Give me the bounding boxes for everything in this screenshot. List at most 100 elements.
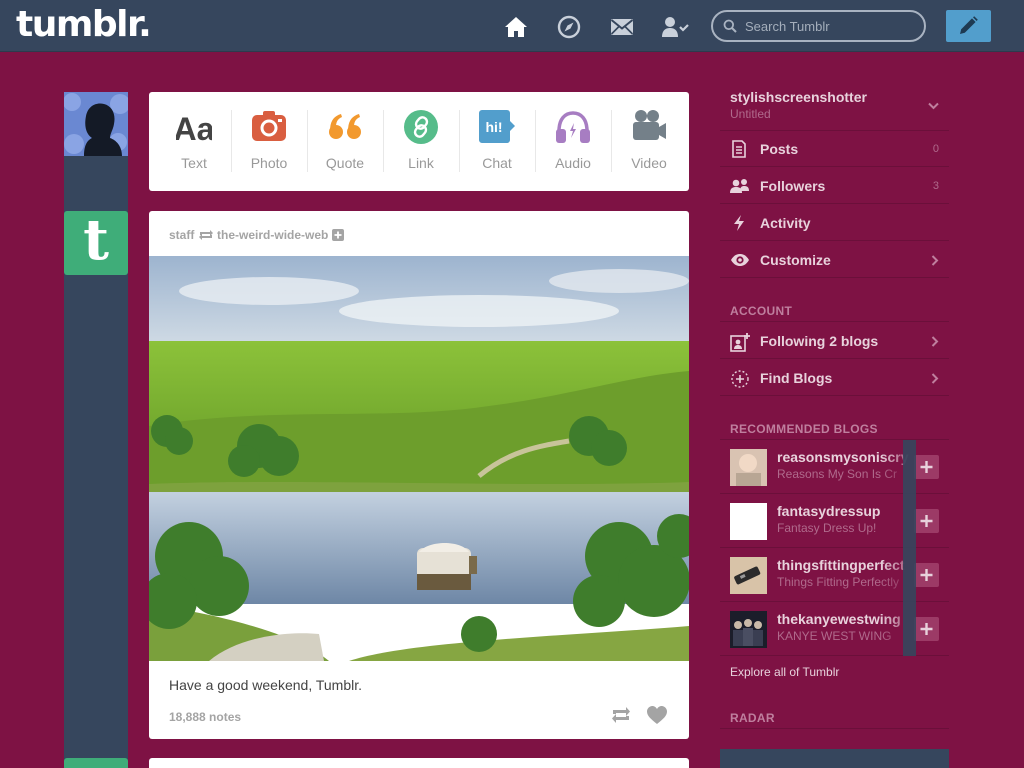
posts-icon: [732, 140, 746, 158]
post-photo[interactable]: [149, 256, 689, 661]
sidebar-item-followers[interactable]: Followers 3: [720, 168, 949, 204]
explore-compass-icon[interactable]: [556, 14, 582, 40]
recommended-blog-name: fantasydressup: [777, 503, 881, 519]
text-icon: Aa: [176, 111, 212, 145]
next-post-avatar[interactable]: [64, 758, 128, 768]
reblog-icon[interactable]: [610, 705, 632, 725]
svg-text:hi!: hi!: [485, 119, 502, 135]
chevron-down-icon: [928, 102, 939, 110]
headphones-icon: [556, 111, 590, 143]
blog-avatar: [730, 611, 767, 648]
plus-icon: [920, 515, 933, 527]
blog-switcher[interactable]: stylishscreenshotter Untitled: [720, 81, 949, 131]
chat-icon: hi!: [479, 110, 515, 143]
like-heart-icon[interactable]: [646, 705, 668, 725]
next-post: [149, 758, 689, 768]
sidebar-item-find-blogs[interactable]: Find Blogs: [720, 360, 949, 396]
section-heading-label: ACCOUNT: [730, 304, 793, 318]
recommended-blogs-heading: RECOMMENDED BLOGS: [720, 414, 949, 440]
blog-avatar: [730, 503, 767, 540]
account-menu-icon[interactable]: [661, 14, 689, 40]
new-photo-post-button[interactable]: Photo: [231, 92, 307, 191]
svg-text:Aa: Aa: [176, 111, 212, 145]
sidebar-item-label: Followers: [760, 178, 826, 194]
compose-post-button[interactable]: [946, 10, 991, 42]
search-input[interactable]: [745, 17, 915, 35]
radar-post-preview[interactable]: [720, 749, 949, 768]
account-heading: ACCOUNT: [720, 296, 949, 322]
lightning-icon: [734, 215, 744, 231]
new-audio-post-button[interactable]: Audio: [535, 92, 611, 191]
reblog-small-icon: [198, 229, 213, 240]
camera-icon: [252, 111, 286, 141]
post-type-label: Chat: [482, 155, 512, 171]
new-post-type-bar: Aa Text Photo Quote Link hi! Chat Audio …: [149, 92, 689, 191]
follow-blog-button[interactable]: [914, 509, 939, 533]
section-heading-label: RECOMMENDED BLOGS: [730, 422, 878, 436]
plus-icon: [920, 461, 933, 473]
sidebar-item-label: Customize: [760, 252, 831, 268]
recommended-scroll-strip: [903, 440, 916, 656]
followers-count: 3: [932, 180, 939, 192]
post-type-label: Link: [408, 155, 434, 171]
plus-icon: [920, 569, 933, 581]
post-author-link[interactable]: staff: [169, 228, 194, 242]
quote-icon: [329, 114, 361, 139]
blog-avatar: [730, 557, 767, 594]
sidebar-item-following[interactable]: Following 2 blogs: [720, 323, 949, 359]
post-type-label: Video: [631, 155, 667, 171]
posts-count: 0: [932, 143, 939, 155]
plus-icon: [920, 623, 933, 635]
new-link-post-button[interactable]: Link: [383, 92, 459, 191]
recommended-blog-title: KANYE WEST WING: [777, 629, 892, 643]
sidebar-item-posts[interactable]: Posts 0: [720, 131, 949, 167]
tumblr-logo[interactable]: tumblr.: [16, 4, 152, 45]
post-caption: Have a good weekend, Tumblr.: [169, 677, 363, 693]
dashboard-avatar-column: [64, 92, 128, 768]
staff-avatar[interactable]: t: [64, 211, 128, 275]
user-avatar[interactable]: [64, 92, 128, 156]
reblog-source-link[interactable]: the-weird-wide-web: [217, 228, 328, 242]
inbox-mail-icon[interactable]: [609, 14, 635, 40]
followers-icon: [730, 179, 749, 193]
new-chat-post-button[interactable]: hi! Chat: [459, 92, 535, 191]
eye-icon: [731, 254, 749, 266]
recommended-blog-title: Fantasy Dress Up!: [777, 521, 877, 535]
explore-tumblr-link[interactable]: Explore all of Tumblr: [730, 665, 839, 679]
sidebar-item-label: Activity: [760, 215, 811, 231]
video-camera-icon: [633, 110, 666, 140]
radar-heading: RADAR: [720, 703, 949, 729]
follow-blog-button[interactable]: [914, 617, 939, 641]
blog-name: stylishscreenshotter: [730, 89, 867, 105]
post-type-label: Text: [181, 155, 207, 171]
chevron-right-icon: [931, 255, 939, 266]
post-type-label: Quote: [325, 155, 365, 171]
post-header: staff the-weird-wide-web: [169, 227, 344, 243]
section-heading-label: RADAR: [730, 711, 775, 725]
follow-blog-button[interactable]: [914, 455, 939, 479]
following-icon: [730, 333, 750, 352]
search-icon: [723, 19, 737, 33]
sidebar-item-activity[interactable]: Activity: [720, 205, 949, 241]
dashboard-post: staff the-weird-wide-web Have a good wee…: [149, 211, 689, 739]
follow-plus-icon[interactable]: [331, 228, 344, 241]
post-notes-count[interactable]: 18,888 notes: [169, 710, 241, 724]
new-video-post-button[interactable]: Video: [611, 92, 687, 191]
sidebar-item-customize[interactable]: Customize: [720, 242, 949, 278]
link-icon: [404, 110, 438, 144]
find-blogs-icon: [731, 370, 749, 388]
pencil-icon: [960, 16, 978, 34]
post-type-label: Audio: [555, 155, 591, 171]
search-box[interactable]: [711, 10, 926, 42]
post-type-label: Photo: [250, 155, 288, 171]
follow-blog-button[interactable]: [914, 563, 939, 587]
silhouette-avatar-icon: [64, 93, 128, 156]
tumblr-t-icon: t: [83, 207, 109, 273]
new-quote-post-button[interactable]: Quote: [307, 92, 383, 191]
blog-avatar: [730, 449, 767, 486]
blog-title: Untitled: [730, 107, 771, 121]
sidebar-item-label: Find Blogs: [760, 370, 833, 386]
chevron-right-icon: [931, 373, 939, 384]
new-text-post-button[interactable]: Aa Text: [156, 92, 232, 191]
home-icon[interactable]: [503, 14, 529, 40]
